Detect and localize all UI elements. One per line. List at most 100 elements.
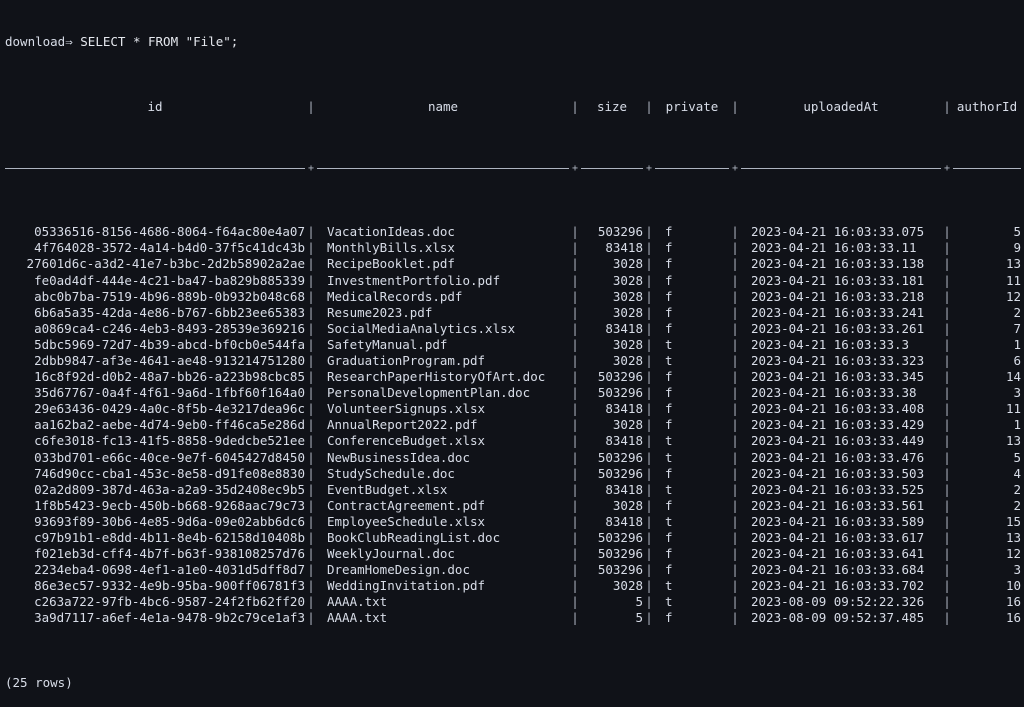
- column-separator: |: [645, 336, 653, 352]
- column-separator: |: [645, 578, 653, 594]
- column-separator: |: [943, 272, 951, 288]
- cell-private: f: [665, 610, 673, 626]
- column-separator: |: [943, 288, 951, 304]
- column-separator: |: [645, 224, 653, 240]
- column-separator: |: [571, 546, 579, 562]
- cell-authorid: 11: [1005, 401, 1021, 417]
- column-separator: |: [307, 481, 315, 497]
- column-separator: |: [571, 530, 579, 545]
- cell-size: 503296: [597, 546, 643, 562]
- column-separator: |: [645, 513, 653, 529]
- cell-name: DreamHomeDesign.doc: [327, 562, 470, 578]
- column-separator: |: [307, 320, 315, 336]
- cell-authorid: 2: [1013, 481, 1021, 497]
- cell-size: 503296: [597, 224, 643, 240]
- cell-authorid: 11: [1005, 272, 1021, 288]
- cell-private: t: [665, 336, 673, 352]
- column-separator: |: [571, 417, 579, 433]
- cell-id: f021eb3d-cff4-4b7f-b63f-938108257d76: [34, 546, 305, 562]
- cell-size: 3028: [612, 417, 643, 433]
- cell-id: 746d90cc-cba1-453c-8e58-d91fe08e8830: [34, 465, 305, 481]
- cell-size: 3028: [612, 578, 643, 594]
- column-separator: |: [571, 240, 579, 256]
- column-separator: |: [731, 546, 739, 562]
- column-separator: |: [943, 224, 951, 240]
- cell-name: GraduationProgram.pdf: [327, 352, 486, 368]
- cell-private: f: [665, 320, 673, 336]
- cell-name: MonthlyBills.xlsx: [327, 240, 455, 256]
- column-separator: |: [571, 449, 579, 465]
- column-separator: |: [645, 98, 653, 114]
- column-separator: |: [731, 433, 739, 449]
- cell-name: NewBusinessIdea.doc: [327, 449, 470, 465]
- row-count-footer: (25 rows): [5, 674, 73, 690]
- table-row: c6fe3018-fc13-41f5-8858-9dedcbe521ee | Con…: [5, 433, 1024, 449]
- column-separator: |: [571, 385, 579, 401]
- cell-uploadedat: 2023-04-21 16:03:33.241: [751, 304, 925, 320]
- table-row: 27601d6c-a3d2-41e7-b3bc-2d2b58902a2ae | Re…: [5, 256, 1024, 272]
- cell-name: EventBudget.xlsx: [327, 481, 448, 497]
- terminal-window[interactable]: download⇒ SELECT * FROM "File"; id | nam…: [0, 0, 1024, 690]
- cell-name: ConferenceBudget.xlsx: [327, 433, 486, 449]
- column-separator: |: [645, 465, 653, 481]
- cell-id: 16c8f92d-d0b2-48a7-bb26-a223b98cbc85: [34, 369, 305, 385]
- cell-private: f: [665, 272, 673, 288]
- column-separator: |: [943, 433, 951, 449]
- column-separator: |: [307, 578, 315, 594]
- cell-id: a0869ca4-c246-4eb3-8493-28539e369216: [34, 320, 305, 336]
- column-separator: |: [645, 417, 653, 433]
- cell-id: 4f764028-3572-4a14-b4d0-37f5c41dc43b: [34, 240, 305, 256]
- table-row: 16c8f92d-d0b2-48a7-bb26-a223b98cbc85 | Res…: [5, 369, 1024, 385]
- cell-private: f: [665, 546, 673, 562]
- column-separator: |: [571, 369, 579, 385]
- cell-private: f: [665, 401, 673, 417]
- column-separator: |: [731, 304, 739, 320]
- cell-uploadedat: 2023-04-21 16:03:33.261: [751, 320, 925, 336]
- cell-name: StudySchedule.doc: [327, 465, 455, 481]
- table-row: 86e3ec57-9332-4e9b-95ba-900ff06781f3 | Wed…: [5, 578, 1024, 594]
- cell-id: 5dbc5969-72d7-4b39-abcd-bf0cb0e544fa: [34, 336, 305, 352]
- column-separator: |: [943, 578, 951, 594]
- cell-uploadedat: 2023-04-21 16:03:33.429: [751, 417, 925, 433]
- cell-id: c6fe3018-fc13-41f5-8858-9dedcbe521ee: [34, 433, 305, 449]
- column-separator: |: [943, 497, 951, 513]
- column-separator: |: [571, 304, 579, 320]
- column-separator: |: [645, 272, 653, 288]
- column-separator: |: [943, 256, 951, 272]
- table-row: abc0b7ba-7519-4b96-889b-0b932b048c68 | Med…: [5, 289, 1024, 305]
- cell-size: 3028: [612, 336, 643, 352]
- column-separator: |: [307, 272, 315, 288]
- column-separator: |: [645, 481, 653, 497]
- table-row: f021eb3d-cff4-4b7f-b63f-938108257d76 | Wee…: [5, 546, 1024, 562]
- cell-private: f: [665, 562, 673, 578]
- column-separator: |: [645, 304, 653, 320]
- column-separator: |: [307, 546, 315, 562]
- cell-authorid: 16: [1005, 594, 1021, 610]
- cell-authorid: 14: [1005, 369, 1021, 385]
- cell-name: BookClubReadingList.doc: [327, 530, 501, 545]
- cell-name: ContractAgreement.pdf: [327, 497, 486, 513]
- cell-private: t: [665, 594, 673, 610]
- cell-name: AAAA.txt: [327, 594, 388, 610]
- cell-id: 86e3ec57-9332-4e9b-95ba-900ff06781f3: [34, 578, 305, 594]
- cell-name: VolunteerSignups.xlsx: [327, 401, 486, 417]
- cell-id: 35d67767-0a4f-4f61-9a6d-1fbf60f164a0: [34, 385, 305, 401]
- cell-name: SocialMediaAnalytics.xlsx: [327, 320, 516, 336]
- cell-name: MedicalRecords.pdf: [327, 288, 463, 304]
- cell-authorid: 1: [1013, 417, 1021, 433]
- column-separator: |: [645, 562, 653, 578]
- column-separator: |: [571, 256, 579, 272]
- column-separator: |: [731, 385, 739, 401]
- table-body: 05336516-8156-4686-8064-f64ac80e4a07 | Vac…: [5, 224, 1024, 626]
- column-separator: |: [307, 401, 315, 417]
- column-header-size: size: [596, 98, 628, 114]
- column-separator: |: [307, 497, 315, 513]
- column-separator: |: [943, 546, 951, 562]
- column-separator: |: [307, 449, 315, 465]
- table-row: 2dbb9847-af3e-4641-ae48-913214751280 | Gra…: [5, 353, 1024, 369]
- table-row: 3a9d7117-a6ef-4e1a-9478-9b2c79ce1af3 | AAA…: [5, 610, 1024, 626]
- column-separator: |: [943, 240, 951, 256]
- cell-size: 83418: [605, 513, 643, 529]
- column-separator: |: [731, 513, 739, 529]
- cell-id: 27601d6c-a3d2-41e7-b3bc-2d2b58902a2ae: [26, 256, 305, 272]
